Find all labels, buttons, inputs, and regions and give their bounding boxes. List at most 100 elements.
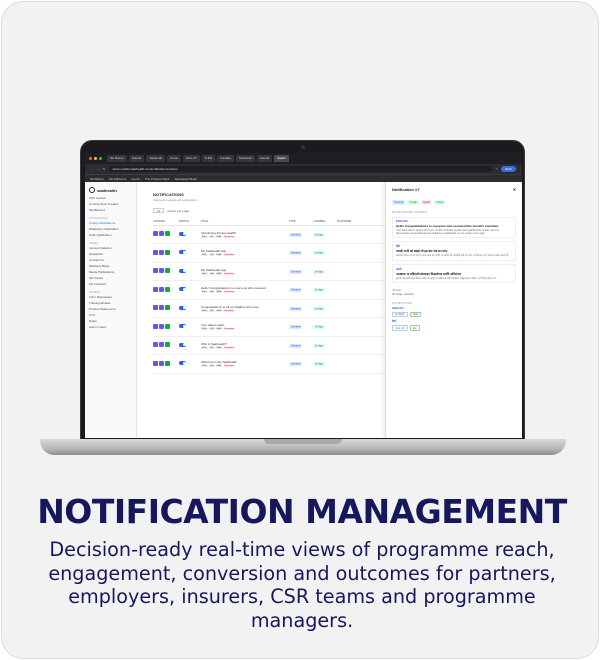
browser-tab[interactable]: DevsBa xyxy=(217,155,234,162)
edit-icon[interactable] xyxy=(153,360,158,366)
bookmark-item[interactable]: SH Platforms xyxy=(109,177,127,181)
view-icon[interactable] xyxy=(159,249,164,255)
sidebar-item[interactable]: Admin Users xyxy=(89,324,132,330)
status-toggle[interactable] xyxy=(179,324,186,329)
type-cell: General xyxy=(289,280,313,300)
column-header: CHANNEL xyxy=(313,218,337,226)
per-page-label: entries per page xyxy=(167,208,190,213)
view-icon[interactable] xyxy=(159,360,164,366)
send-icon[interactable] xyxy=(165,323,170,329)
edit-icon[interactable] xyxy=(153,286,158,292)
send-icon[interactable] xyxy=(165,268,170,274)
channel-badge: In-App xyxy=(313,306,325,311)
language-chip: ENG xyxy=(201,235,208,238)
profile-button[interactable]: Work xyxy=(501,166,516,172)
language-chip: HIN xyxy=(208,254,215,257)
bookmark-item[interactable]: SaatHealth Bank xyxy=(175,177,198,181)
language-title: नमस्कार! या महिन्याचे प्रोत्साहन मिळालेल… xyxy=(396,271,462,276)
edit-icon[interactable] xyxy=(153,249,158,255)
cta-language: हिंदी xyxy=(392,320,397,324)
sidebar: saathealth CSV Upload Coming Soon Creato… xyxy=(85,182,137,438)
feature-card: SH Basics Nebula Saathealt Home Zoho Pr … xyxy=(1,1,599,659)
view-icon[interactable] xyxy=(159,342,164,348)
status-toggle[interactable] xyxy=(179,342,186,347)
browser-tab[interactable]: Home xyxy=(167,155,182,162)
title-cell: Introducing Pocket Health! ENG HIN MAR Remin… xyxy=(201,225,289,244)
edit-icon[interactable] xyxy=(153,231,158,237)
edit-icon[interactable] xyxy=(153,305,158,311)
send-icon[interactable] xyxy=(165,249,170,255)
status-toggle[interactable] xyxy=(179,287,186,292)
status-toggle[interactable] xyxy=(179,231,186,236)
language-chip: MAR xyxy=(215,235,223,238)
bookmark-item[interactable]: SH Basics xyxy=(90,177,104,181)
edit-icon[interactable] xyxy=(153,323,158,329)
browser-tab[interactable]: Nebula xyxy=(256,155,273,162)
minimize-window-icon[interactable] xyxy=(94,157,97,160)
status-cell xyxy=(179,262,201,281)
send-icon[interactable] xyxy=(165,286,170,292)
status-toggle[interactable] xyxy=(179,305,186,310)
notification-title: My Saathealth App xyxy=(201,267,227,272)
star-icon[interactable]: ☆ xyxy=(495,167,498,171)
send-icon[interactable] xyxy=(165,342,170,348)
back-icon[interactable]: ← xyxy=(91,167,94,171)
bookmark-item[interactable]: The Product Plank xyxy=(145,177,170,181)
browser-tab[interactable]: Saathealt xyxy=(146,155,166,162)
send-icon[interactable] xyxy=(165,360,170,366)
send-icon[interactable] xyxy=(165,305,170,311)
status-toggle[interactable] xyxy=(179,361,186,366)
sidebar-item[interactable]: SH Investors xyxy=(89,281,132,287)
reload-icon[interactable]: ↻ xyxy=(103,167,106,171)
language-name: मराठी xyxy=(396,267,402,271)
per-page-select[interactable]: 10 xyxy=(153,208,165,213)
status-cell xyxy=(179,225,201,244)
sidebar-item[interactable]: SH Banners xyxy=(89,207,132,213)
view-icon[interactable] xyxy=(159,323,164,329)
maximize-window-icon[interactable] xyxy=(99,157,102,160)
cta-button[interactable]: Okay xyxy=(409,312,422,318)
column-header: TYPE xyxy=(289,218,313,226)
cta-button[interactable]: वापस जाएं xyxy=(392,325,408,332)
cta-button[interactable]: ठीक xyxy=(409,325,420,332)
status-cell xyxy=(179,299,201,318)
forward-icon[interactable]: → xyxy=(97,167,100,171)
view-icon[interactable] xyxy=(159,286,164,292)
status-toggle[interactable] xyxy=(179,268,186,273)
browser-tab[interactable]: Zoho Pr xyxy=(183,155,200,162)
browser-tab[interactable]: SH Basics xyxy=(107,155,127,162)
notification-title: Introducing Pocket Health! xyxy=(201,230,237,235)
browser-tab-active[interactable]: Saathi xyxy=(274,155,289,162)
language-chips: ENG HIN MAR Reminder xyxy=(201,254,289,257)
edit-icon[interactable] xyxy=(153,342,158,348)
type-cell: General xyxy=(289,262,313,281)
language-chip: MAR xyxy=(215,291,223,294)
language-block: ENGLISH Hello! Congratulations to everyo… xyxy=(392,217,516,239)
close-window-icon[interactable] xyxy=(89,157,92,160)
cta-button[interactable]: Go Back xyxy=(392,312,408,318)
type-badge: General xyxy=(289,232,303,237)
channel-cell: In-App xyxy=(313,354,337,374)
browser-tab[interactable]: Saathealt xyxy=(235,155,255,162)
reminder-chip: Reminder xyxy=(223,235,235,238)
close-icon[interactable]: ✕ xyxy=(513,187,516,192)
language-chip: MAR xyxy=(215,309,223,312)
edit-icon[interactable] xyxy=(153,268,158,274)
view-icon[interactable] xyxy=(159,231,164,237)
section-heading: NOTIFICATION CONTENT xyxy=(392,211,428,214)
title-cell: Welcome to My Saathealth ENG HIN MAR Reminde… xyxy=(201,354,289,374)
browser-tab[interactable]: S-Bar xyxy=(201,155,216,162)
language-chip: MAR xyxy=(215,272,223,275)
language-chip: ENG xyxy=(201,346,208,349)
view-icon[interactable] xyxy=(159,305,164,311)
status-toggle[interactable] xyxy=(179,250,186,255)
actions-cell xyxy=(153,336,179,355)
send-icon[interactable] xyxy=(165,231,170,237)
bookmark-item[interactable]: Docks xyxy=(132,177,140,181)
view-icon[interactable] xyxy=(159,268,164,274)
status-cell xyxy=(179,336,201,355)
sidebar-item[interactable]: Push Notification xyxy=(89,232,132,238)
language-chip: HIN xyxy=(208,235,215,238)
url-input[interactable]: admin.saathi.saathealth.com/notification… xyxy=(108,166,493,172)
browser-tab[interactable]: Nebula xyxy=(128,155,145,162)
